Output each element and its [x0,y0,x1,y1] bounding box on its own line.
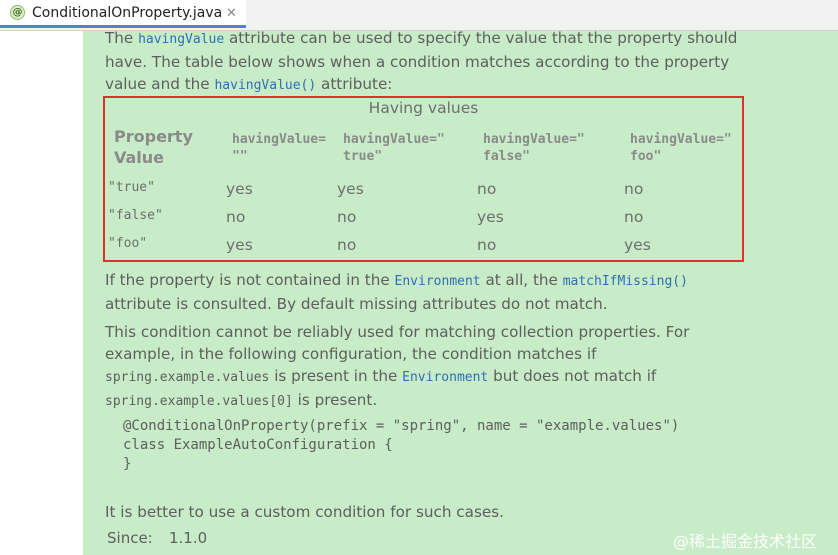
watermark: @稀土掘金技术社区 [673,532,818,551]
code-having-value: havingValue [138,32,225,47]
having-values-table: Having values Property Value havingValue… [103,96,744,262]
table-caption: Having values [368,99,479,117]
header-property-value: Property Value [114,127,193,167]
table-cell: yes [337,180,364,198]
documentation-popup: The havingValue attribute can be used to… [83,31,838,555]
doc-paragraph-having-value: The havingValue attribute can be used to… [105,31,745,97]
close-icon[interactable]: ✕ [226,6,237,21]
table-cell: yes [226,180,253,198]
annotation-file-icon: @ [10,5,25,20]
code-having-value-method: havingValue() [214,78,317,93]
row-label-true: "true" [108,180,155,195]
text: The [105,31,139,47]
tab-conditional-on-property[interactable]: @ ConditionalOnProperty.java ✕ [0,0,246,28]
code-example-block: @ConditionalOnProperty(prefix = "spring"… [123,418,680,472]
table-cell: no [226,208,246,226]
table-cell: yes [624,236,651,254]
doc-paragraph-collection: This condition cannot be reliably used f… [105,321,745,413]
table-cell: yes [477,208,504,226]
text: but does not match if [488,367,657,385]
tab-title: ConditionalOnProperty.java [32,4,223,21]
text: If the property is not contained in the [105,271,395,289]
table-cell: no [477,180,497,198]
table-cell: no [624,180,644,198]
header-having-value-false: havingValue=" false" [483,132,585,164]
header-having-value-true: havingValue=" true" [343,132,445,164]
header-having-value-empty: havingValue= "" [232,132,326,164]
text: attribute: [316,75,393,93]
text: at all, the [480,271,563,289]
code-spring-example-values-0: spring.example.values[0] [105,394,293,409]
row-label-foo: "foo" [108,236,148,251]
row-label-false: "false" [108,208,163,223]
text: attribute is consulted. By default missi… [105,295,608,313]
table-cell: no [477,236,497,254]
since-label: Since: [107,529,153,547]
link-environment[interactable]: Environment [402,370,488,385]
doc-paragraph-custom-condition: It is better to use a custom condition f… [105,503,504,521]
text: is present in the [269,367,403,385]
table-cell: no [624,208,644,226]
table-cell: no [337,236,357,254]
code-spring-example-values: spring.example.values [105,370,270,385]
table-cell: yes [226,236,253,254]
doc-paragraph-match-if-missing: If the property is not contained in the … [105,269,745,315]
editor-gutter [0,31,83,555]
table-cell: no [337,208,357,226]
since-value: 1.1.0 [169,529,208,547]
text: This condition cannot be reliably used f… [105,323,690,363]
text: is present. [292,391,378,409]
link-match-if-missing[interactable]: matchIfMissing() [563,274,688,289]
link-environment[interactable]: Environment [395,274,481,289]
editor-tab-bar: @ ConditionalOnProperty.java ✕ [0,0,838,31]
header-having-value-foo: havingValue=" foo" [630,132,732,164]
